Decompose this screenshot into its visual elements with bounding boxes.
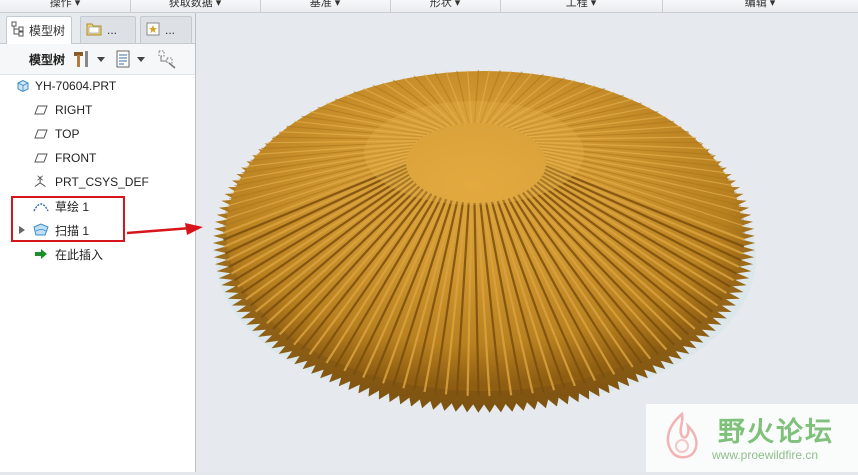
settings-hammer-icon[interactable]	[71, 49, 93, 69]
tree-item-insert-here[interactable]: 在此插入	[0, 243, 195, 265]
tree-item-datum-right[interactable]: RIGHT	[0, 99, 195, 121]
ribbon-group-shapes[interactable]: 形状 ▾	[390, 0, 501, 12]
annotation-arrow	[126, 223, 203, 235]
ribbon-group-datum[interactable]: 基准 ▾	[260, 0, 391, 12]
model-tree-toolbar: 模型树	[0, 44, 195, 75]
tree-item-label: YH-70604.PRT	[35, 79, 117, 93]
datum-plane-icon	[33, 150, 49, 166]
tree-item-label: 在此插入	[55, 247, 104, 262]
datum-plane-icon	[33, 102, 49, 118]
tree-item-datum-front[interactable]: FRONT	[0, 147, 195, 169]
tree-item-root-part[interactable]: YH-70604.PRT	[0, 75, 195, 97]
tree-item-label: PRT_CSYS_DEF	[55, 175, 149, 189]
ribbon-group-get-data[interactable]: 获取数据 ▾	[130, 0, 261, 12]
show-list-icon[interactable]	[115, 50, 131, 68]
show-dropdown-chevron-icon[interactable]	[137, 56, 146, 62]
datum-plane-icon	[33, 126, 49, 142]
annotation-highlight-box	[11, 196, 125, 242]
watermark-title: 野火论坛	[718, 417, 834, 447]
tree-item-coordinate-system[interactable]: PRT_CSYS_DEF	[0, 171, 195, 193]
coordinate-system-icon	[33, 174, 49, 190]
tree-structure-icon	[11, 21, 25, 40]
tree-item-datum-top[interactable]: TOP	[0, 123, 195, 145]
model-tree-menu-label: 模型树	[29, 52, 66, 67]
favorites-icon	[145, 21, 161, 40]
panel-tabs: 模型树 ... ...	[0, 13, 195, 44]
folder-icon	[85, 21, 103, 40]
tab-folder-browser[interactable]: ...	[80, 16, 136, 43]
tab-folder-browser-label: ...	[107, 23, 118, 37]
tab-model-tree[interactable]: 模型树	[6, 16, 72, 44]
ribbon-group-engineering[interactable]: 工程 ▾	[500, 0, 663, 12]
tree-item-label: TOP	[55, 127, 80, 141]
forum-watermark: 野火论坛 www.proewildfire.cn	[646, 404, 858, 472]
filter-tree-icon[interactable]	[157, 49, 177, 69]
settings-dropdown-chevron-icon[interactable]	[97, 56, 106, 62]
ribbon-group-editing[interactable]: 编辑 ▾	[662, 0, 858, 12]
tab-model-tree-label: 模型树	[29, 24, 66, 38]
tree-item-label: RIGHT	[55, 103, 93, 117]
flame-logo-icon	[666, 411, 698, 459]
tab-favorites-label: ...	[165, 23, 176, 37]
ribbon-group-operations[interactable]: 操作 ▾	[0, 0, 131, 12]
watermark-url: www.proewildfire.cn	[712, 448, 819, 462]
ribbon-group-bar: 操作 ▾ 获取数据 ▾ 基准 ▾ 形状 ▾ 工程 ▾ 编辑 ▾	[0, 0, 858, 13]
tab-favorites[interactable]: ...	[140, 16, 192, 43]
insert-arrow-icon	[33, 246, 49, 262]
part-cube-icon	[15, 78, 31, 94]
tree-item-label: FRONT	[55, 151, 97, 165]
